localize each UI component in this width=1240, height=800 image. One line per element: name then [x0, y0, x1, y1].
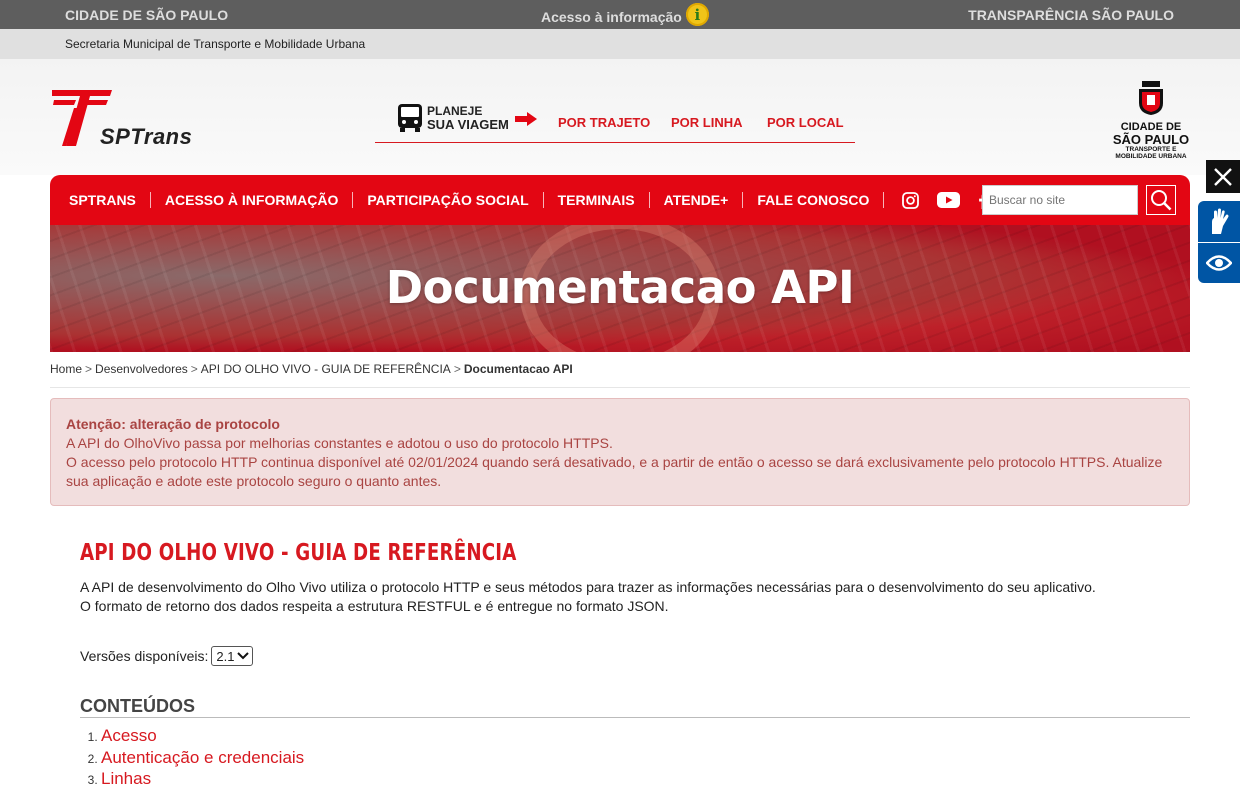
- section-title: API DO OLHO VIVO - GUIA DE REFERÊNCIA: [80, 540, 517, 566]
- brasao-icon: [1139, 81, 1163, 115]
- versions-row: Versões disponíveis: 2.1: [80, 646, 1190, 666]
- search-input[interactable]: [982, 185, 1138, 215]
- city-logo-line3: TRANSPORTE E: [1125, 146, 1177, 153]
- vlibras-button[interactable]: [1198, 201, 1240, 242]
- sign-language-icon: [1212, 208, 1229, 234]
- contents-link-linhas[interactable]: Linhas: [101, 769, 151, 788]
- breadcrumb: Home > Desenvolvedores > API DO OLHO VIVO - …: [50, 362, 1190, 388]
- breadcrumb-separator: >: [453, 362, 461, 376]
- city-logo-line4: MOBILIDADE URBANA: [1115, 153, 1187, 160]
- section-description: A API de desenvolvimento do Olho Vivo ut…: [80, 578, 1190, 616]
- search-icon: [1151, 190, 1172, 211]
- por-local-link[interactable]: POR LOCAL: [767, 115, 844, 130]
- site-header: SPTrans PLANEJE SUA VIAGEM POR TRAJETO P…: [0, 59, 1240, 175]
- alert-line1: A API do OlhoVivo passa por melhorias co…: [66, 435, 613, 451]
- page-banner: Documentacao API: [50, 225, 1190, 352]
- prefeitura-logo[interactable]: CIDADE DE SÃO PAULO TRANSPORTE E MOBILID…: [1112, 81, 1190, 160]
- youtube-icon[interactable]: [937, 192, 961, 208]
- x-logo-icon: [1214, 167, 1232, 186]
- breadcrumb-api-guia[interactable]: API DO OLHO VIVO - GUIA DE REFERÊNCIA: [201, 362, 451, 376]
- contents-list: Acesso Autenticação e credenciais Linhas: [80, 726, 1190, 791]
- nav-item-atende[interactable]: ATENDE+: [650, 192, 744, 208]
- por-linha-link[interactable]: POR LINHA: [671, 115, 743, 130]
- search-button[interactable]: [1146, 185, 1176, 215]
- version-selected: 2.1: [216, 648, 235, 664]
- list-item: Autenticação e credenciais: [101, 748, 1190, 770]
- cidade-sp-link[interactable]: CIDADE DE SÃO PAULO: [65, 7, 228, 23]
- list-item: Acesso: [101, 726, 1190, 748]
- nav-item-terminais[interactable]: TERMINAIS: [544, 192, 650, 208]
- contents-link-autenticacao[interactable]: Autenticação e credenciais: [101, 748, 304, 767]
- desc-line2: O formato de retorno dos dados respeita …: [80, 598, 669, 614]
- main-nav: SPTRANS ACESSO À INFORMAÇÃO PARTICIPAÇÃO…: [50, 175, 1190, 225]
- list-item: Linhas: [101, 769, 1190, 791]
- breadcrumb-separator: >: [190, 362, 198, 376]
- contents-link-acesso[interactable]: Acesso: [101, 726, 157, 745]
- arrow-right-icon: [515, 112, 537, 126]
- sptrans-logo[interactable]: SPTrans: [50, 88, 200, 150]
- sptrans-wordmark: SPTrans: [100, 124, 193, 149]
- acesso-informacao-link[interactable]: Acesso à informação i: [541, 3, 709, 26]
- nav-item-fale-conosco[interactable]: FALE CONOSCO: [743, 192, 885, 208]
- transparencia-link[interactable]: TRANSPARÊNCIA SÃO PAULO: [968, 7, 1174, 23]
- protocol-alert: Atenção: alteração de protocolo A API do…: [50, 398, 1190, 506]
- planeje-label: PLANEJE SUA VIAGEM: [427, 105, 509, 132]
- bus-icon: [398, 104, 422, 132]
- acesso-informacao-label: Acesso à informação: [541, 8, 682, 25]
- instagram-icon[interactable]: [902, 191, 920, 209]
- desc-line1: A API de desenvolvimento do Olho Vivo ut…: [80, 579, 1096, 595]
- breadcrumb-separator: >: [85, 362, 93, 376]
- info-icon: i: [685, 3, 709, 26]
- planeje-viagem-bar: PLANEJE SUA VIAGEM POR TRAJETO POR LINHA…: [375, 103, 855, 143]
- eye-icon: [1206, 255, 1232, 271]
- por-trajeto-link[interactable]: POR TRAJETO: [558, 115, 650, 130]
- alert-title: Atenção: alteração de protocolo: [66, 416, 280, 432]
- breadcrumb-desenvolvedores[interactable]: Desenvolvedores: [95, 362, 188, 376]
- nav-item-participacao-social[interactable]: PARTICIPAÇÃO SOCIAL: [353, 192, 544, 208]
- secretaria-bar: Secretaria Municipal de Transporte e Mob…: [0, 29, 1240, 59]
- nav-item-sptrans[interactable]: SPTRANS: [50, 192, 151, 208]
- secretaria-label: Secretaria Municipal de Transporte e Mob…: [65, 37, 366, 51]
- gov-top-bar: CIDADE DE SÃO PAULO Acesso à informação …: [0, 0, 1240, 29]
- contents-heading: CONTEÚDOS: [80, 695, 1190, 718]
- planeje-line2: SUA VIAGEM: [427, 117, 509, 132]
- breadcrumb-home[interactable]: Home: [50, 362, 82, 376]
- city-logo-line2: SÃO PAULO: [1112, 132, 1190, 147]
- accessibility-eye-button[interactable]: [1198, 243, 1240, 283]
- nav-item-acesso-informacao[interactable]: ACESSO À INFORMAÇÃO: [151, 192, 354, 208]
- main-content: API DO OLHO VIVO - GUIA DE REFERÊNCIA A …: [80, 540, 1190, 791]
- side-x-button[interactable]: [1206, 160, 1240, 193]
- chevron-down-icon: [237, 652, 250, 660]
- breadcrumb-current: Documentacao API: [463, 362, 573, 376]
- page-title: Documentacao API: [385, 261, 855, 314]
- alert-line2: O acesso pelo protocolo HTTP continua di…: [66, 454, 1163, 489]
- versions-label: Versões disponíveis:: [80, 648, 209, 664]
- version-select[interactable]: 2.1: [211, 646, 254, 666]
